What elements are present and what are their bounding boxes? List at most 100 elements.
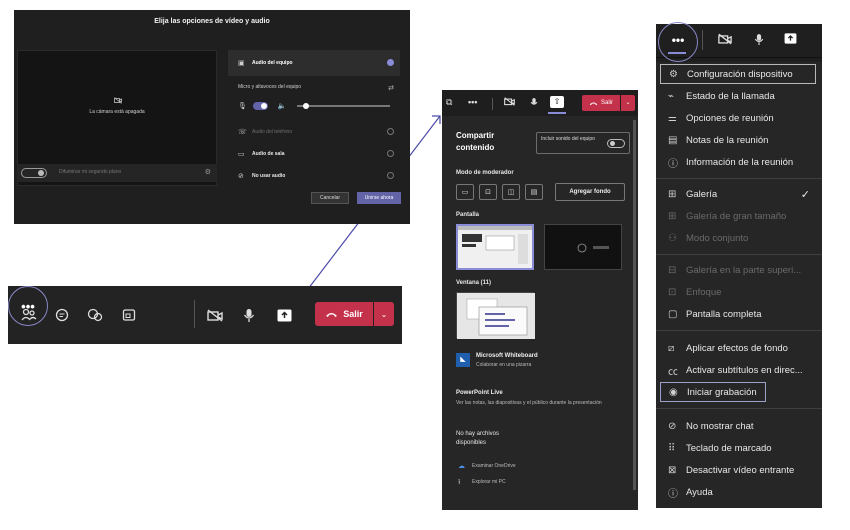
toolbar-divider: [702, 30, 703, 50]
window-label: Ventana (11): [456, 280, 492, 286]
radio-selected[interactable]: [387, 59, 394, 66]
menu-item-together-mode[interactable]: ⚇ Modo conjunto: [660, 228, 816, 248]
camera-off-text: La cámara está apagada: [89, 109, 145, 115]
menu-item-label: Aplicar efectos de fondo: [686, 342, 788, 354]
more-options-button[interactable]: •••: [658, 22, 698, 62]
menu-separator: [656, 178, 822, 179]
menu-separator: [656, 408, 822, 409]
menu-item-meeting-options[interactable]: ⚌ Opciones de reunión: [660, 108, 816, 128]
menu-item-label: Modo conjunto: [686, 232, 749, 244]
side-by-side-icon[interactable]: ◫: [502, 184, 520, 200]
powerpoint-description: Ver las notas, las diapositivas y el púb…: [456, 400, 602, 406]
camera-off-icon[interactable]: [718, 33, 732, 45]
rooms-icon[interactable]: [118, 304, 140, 326]
whiteboard-title[interactable]: Microsoft Whiteboard: [476, 353, 538, 359]
menu-item-label: Información de la reunión: [686, 156, 794, 168]
leave-label: Salir: [343, 309, 363, 319]
radio[interactable]: [387, 128, 394, 135]
presenter-mode-label: Modo de moderador: [456, 170, 514, 176]
room-icon: ▭: [238, 151, 245, 158]
grid-large-icon: ⊞: [668, 210, 677, 222]
scrollbar[interactable]: [633, 120, 636, 490]
share-screen-icon[interactable]: [273, 304, 295, 326]
reporter-icon[interactable]: ▤: [525, 184, 543, 200]
menu-item-hide-chat[interactable]: ⊘ No mostrar chat: [660, 416, 816, 436]
blur-background-label[interactable]: Difuminar mi segundo plano: [59, 169, 121, 175]
more-options-icon[interactable]: •••: [468, 97, 477, 107]
participants-icon[interactable]: [18, 304, 40, 326]
menu-item-gallery[interactable]: ⊞ Galería ✓: [660, 184, 816, 204]
menu-item-dialpad[interactable]: ⠿ Teclado de marcado: [660, 438, 816, 458]
include-sound-toggle[interactable]: [607, 139, 625, 148]
menu-item-label: Galería en la parte superi...: [686, 264, 802, 276]
menu-item-meeting-info[interactable]: ⓘ Información de la reunión: [660, 152, 816, 172]
menu-item-large-gallery[interactable]: ⊞ Galería de gran tamaño: [660, 206, 816, 226]
browse-onedrive-link[interactable]: Examinar OneDrive: [472, 463, 516, 469]
leave-button[interactable]: Salir: [315, 302, 373, 326]
menu-item-label: Galería de gran tamaño: [686, 210, 787, 222]
camera-off-icon[interactable]: [504, 97, 515, 106]
menu-item-call-health[interactable]: ⌁ Estado de la llamada: [660, 86, 816, 106]
menu-item-help[interactable]: ⓘ Ayuda: [660, 482, 816, 502]
menu-toolbar: •••: [656, 22, 822, 62]
content-only-icon[interactable]: ▭: [456, 184, 474, 200]
menu-item-label: Configuración dispositivo: [687, 68, 793, 80]
rooms-icon[interactable]: ⧉: [446, 97, 452, 108]
gear-icon[interactable]: ⚙: [205, 168, 211, 176]
menu-item-turn-off-incoming-video[interactable]: ⊠ Desactivar vídeo entrante: [660, 460, 816, 480]
mic-icon: 🎙: [238, 103, 247, 110]
background-icon: ⧄: [668, 342, 675, 354]
menu-item-gallery-top[interactable]: ⊟ Galería en la parte superi...: [660, 260, 816, 280]
chat-icon[interactable]: [51, 304, 73, 326]
no-chat-icon: ⊘: [668, 420, 677, 432]
menu-item-fullscreen[interactable]: ▢ Pantalla completa: [660, 304, 816, 324]
menu-item-label: Galería: [686, 188, 718, 200]
screen-thumbnail-1[interactable]: [456, 224, 534, 270]
menu-item-label: Pantalla completa: [686, 308, 762, 320]
more-options-menu: ⚙ Configuración dispositivo ⌁ Estado de …: [656, 62, 822, 508]
microphone-icon[interactable]: [530, 97, 538, 108]
menu-item-device-settings[interactable]: ⚙ Configuración dispositivo: [660, 64, 816, 84]
microphone-icon[interactable]: [754, 33, 764, 46]
cancel-button[interactable]: Cancelar: [311, 192, 349, 204]
adjust-icon[interactable]: ⇄: [388, 84, 394, 92]
include-sound-toggle-box[interactable]: Incluir sonido del equipo: [536, 132, 630, 154]
menu-item-focus[interactable]: ⊡ Enfoque: [660, 282, 816, 302]
no-audio-icon: ⊘: [238, 173, 244, 180]
browse-pc-link[interactable]: Explorar mi PC: [472, 479, 506, 485]
whiteboard-icon: ◣: [456, 353, 470, 367]
share-panel-toolbar: ⧉ ••• ⇧ Salir ⌄: [442, 90, 638, 116]
menu-item-live-captions[interactable]: ㏄ Activar subtítulos en direc...: [660, 360, 816, 380]
share-screen-icon[interactable]: ⇧: [550, 96, 564, 108]
radio[interactable]: [387, 150, 394, 157]
volume-slider[interactable]: [296, 103, 390, 109]
audio-option-computer[interactable]: ▣ Audio del equipo: [228, 50, 400, 76]
share-screen-icon[interactable]: [784, 33, 797, 44]
radio[interactable]: [387, 172, 394, 179]
microphone-icon[interactable]: [238, 304, 260, 326]
audio-option-none[interactable]: ⊘ No usar audio: [228, 166, 400, 186]
menu-item-background-effects[interactable]: ⧄ Aplicar efectos de fondo: [660, 338, 816, 358]
audio-option-room[interactable]: ▭ Audio de sala: [228, 144, 400, 164]
info-icon: ⓘ: [668, 158, 678, 170]
menu-item-meeting-notes[interactable]: ▤ Notas de la reunión: [660, 130, 816, 150]
pulse-icon: ⌁: [668, 90, 675, 102]
join-now-button[interactable]: Unirse ahora: [357, 192, 401, 204]
window-thumbnail[interactable]: [456, 292, 535, 339]
camera-off-icon[interactable]: [204, 304, 226, 326]
reactions-icon[interactable]: [84, 304, 106, 326]
add-background-button[interactable]: Agregar fondo: [555, 183, 625, 201]
more-options-panel: ••• ⚙ Configuración dispositivo ⌁ Estado…: [656, 22, 822, 508]
leave-button[interactable]: Salir: [582, 95, 620, 111]
screen-thumbnail-2[interactable]: [544, 224, 622, 270]
menu-item-label: Enfoque: [686, 286, 722, 298]
camera-toggle[interactable]: [21, 168, 47, 178]
focus-icon: ⊡: [668, 286, 677, 298]
audio-option-phone[interactable]: ☏ Audio del teléfono: [228, 122, 400, 142]
standout-icon[interactable]: ⊡: [479, 184, 497, 200]
chevron-down-icon[interactable]: ⌄: [374, 302, 394, 326]
menu-item-start-recording[interactable]: ◉ Iniciar grabación: [660, 382, 766, 402]
chevron-down-icon[interactable]: ⌄: [621, 95, 635, 111]
mic-toggle[interactable]: [252, 102, 268, 110]
phone-icon: ☏: [238, 129, 247, 136]
